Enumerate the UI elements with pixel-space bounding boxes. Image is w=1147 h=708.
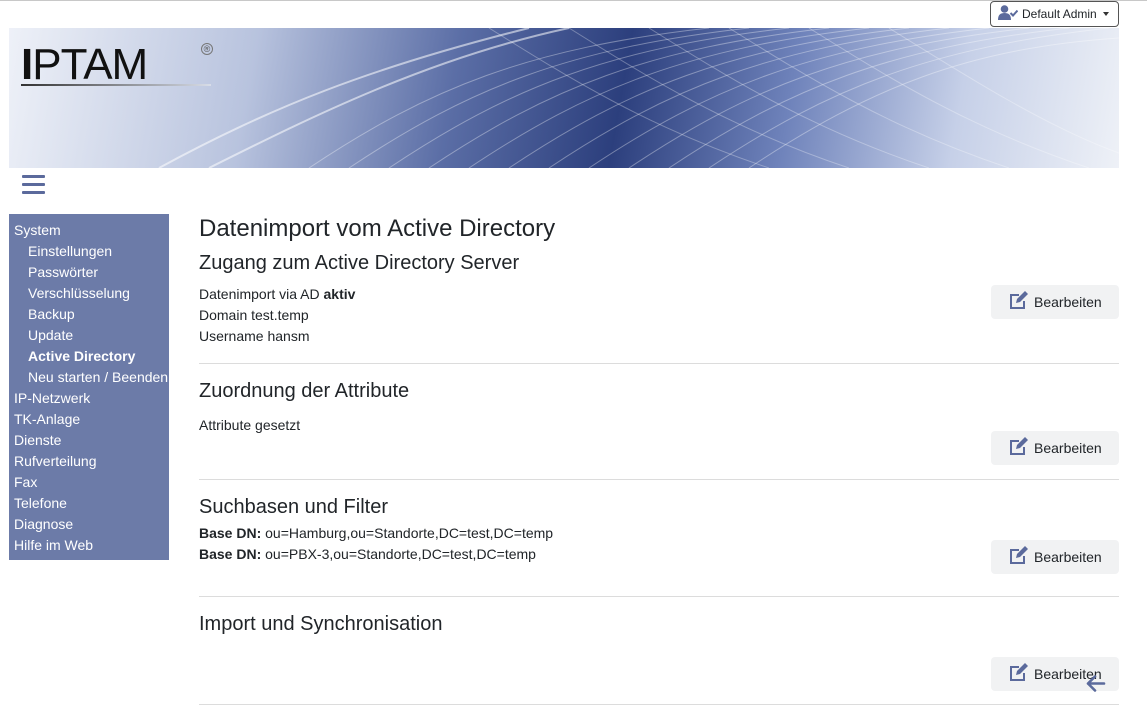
sidebar-item-hilfe-im-web[interactable]: Hilfe im Web (9, 535, 169, 556)
caret-down-icon (1102, 12, 1109, 16)
base-dn-line: Base DN: ou=Hamburg,ou=Standorte,DC=test… (199, 523, 1119, 544)
base-dn-label: Base DN: (199, 525, 262, 541)
section-title: Import und Synchronisation (199, 613, 443, 635)
import-status-value: aktiv (323, 286, 356, 302)
user-menu-label: Default Admin (1022, 7, 1097, 21)
header-banner: IPTAM ® (9, 28, 1119, 168)
sidebar-item-tk-anlage[interactable]: TK-Anlage (9, 409, 169, 430)
banner-artwork (158, 28, 1119, 168)
page-title: Datenimport vom Active Directory (199, 215, 556, 242)
sidebar-item-passwörter[interactable]: Passwörter (9, 262, 169, 283)
username-line: Username hansm (199, 328, 310, 344)
sidebar-item-ip-netzwerk[interactable]: IP-Netzwerk (9, 388, 169, 409)
edit-icon (1008, 663, 1034, 685)
hamburger-menu-icon[interactable] (22, 175, 45, 195)
sidebar-item-neu-starten-beenden[interactable]: Neu starten / Beenden (9, 367, 169, 388)
top-border (0, 0, 1147, 1)
edit-icon (1008, 546, 1034, 568)
section-import-sync: Import und Synchronisation Bearbeiten (199, 611, 1119, 705)
sidebar-item-verschlüsselung[interactable]: Verschlüsselung (9, 283, 169, 304)
base-dn-value: ou=Hamburg,ou=Standorte,DC=test,DC=temp (265, 525, 554, 541)
section-attribute-mapping: Zuordnung der Attribute Attribute gesetz… (199, 378, 1119, 480)
user-menu-button[interactable]: Default Admin (990, 1, 1119, 27)
section-title: Suchbasen und Filter (199, 496, 389, 518)
edit-button-label: Bearbeiten (1034, 549, 1102, 565)
sidebar-item-system[interactable]: System (9, 220, 169, 241)
sidebar-item-diagnose[interactable]: Diagnose (9, 514, 169, 535)
edit-button-label: Bearbeiten (1034, 294, 1102, 310)
domain-line: Domain test.temp (199, 307, 309, 323)
section-ad-access: Zugang zum Active Directory Server Daten… (199, 250, 1119, 364)
iptam-logo: IPTAM ® (21, 40, 213, 90)
base-dn-label: Base DN: (199, 546, 262, 562)
sidebar-item-active-directory[interactable]: Active Directory (9, 346, 169, 367)
base-dn-line: Base DN: ou=PBX-3,ou=Standorte,DC=test,D… (199, 544, 1119, 565)
sidebar-item-rufverteilung[interactable]: Rufverteilung (9, 451, 169, 472)
sidebar-item-telefone[interactable]: Telefone (9, 493, 169, 514)
base-dn-value: ou=PBX-3,ou=Standorte,DC=test,DC=temp (265, 546, 536, 562)
sidebar-item-update[interactable]: Update (9, 325, 169, 346)
edit-search-filter-button[interactable]: Bearbeiten (991, 540, 1119, 574)
arrow-left-icon[interactable] (1086, 675, 1106, 697)
edit-attribute-mapping-button[interactable]: Bearbeiten (991, 431, 1119, 465)
logo-underline (21, 84, 211, 86)
user-check-icon (998, 5, 1022, 23)
edit-icon (1008, 437, 1034, 459)
sidebar-item-fax[interactable]: Fax (9, 472, 169, 493)
edit-button-label: Bearbeiten (1034, 440, 1102, 456)
sidebar-item-einstellungen[interactable]: Einstellungen (9, 241, 169, 262)
import-status-line: Datenimport via AD aktiv (199, 284, 1119, 305)
edit-ad-access-button[interactable]: Bearbeiten (991, 285, 1119, 319)
sidebar-item-dienste[interactable]: Dienste (9, 430, 169, 451)
section-title: Zugang zum Active Directory Server (199, 252, 520, 274)
attribute-status-line: Attribute gesetzt (199, 417, 301, 433)
main-content: Datenimport vom Active Directory Zugang … (199, 212, 1119, 705)
section-search-filter: Suchbasen und Filter Base DN: ou=Hamburg… (199, 494, 1119, 597)
sidebar-nav: System Einstellungen Passwörter Verschlüsse… (9, 214, 169, 560)
section-title: Zuordnung der Attribute (199, 380, 410, 402)
sidebar-item-backup[interactable]: Backup (9, 304, 169, 325)
import-status-prefix: Datenimport via AD (199, 286, 320, 302)
edit-icon (1008, 291, 1034, 313)
